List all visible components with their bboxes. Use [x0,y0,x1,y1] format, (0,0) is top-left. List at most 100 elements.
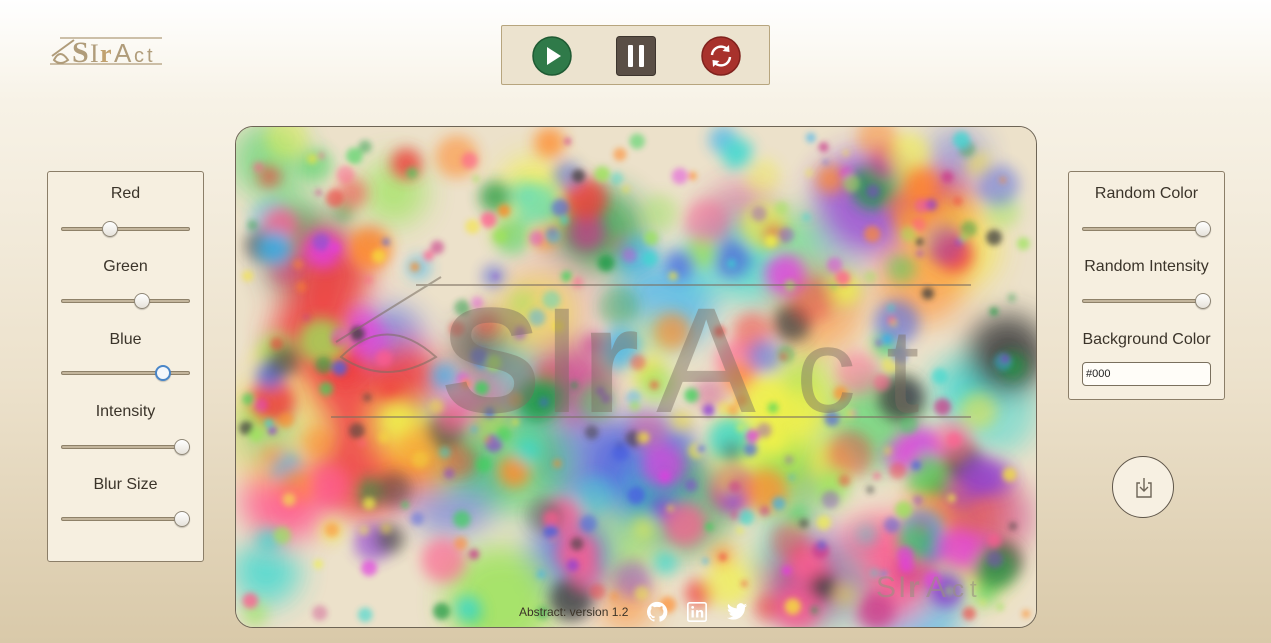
paint-blob [961,455,1002,497]
app-logo: S I r A c t [50,30,165,72]
svg-text:A: A [656,276,756,444]
blur-size-slider[interactable] [61,511,191,527]
slider-thumb[interactable] [1195,221,1212,237]
paint-blob [430,240,445,255]
paint-blob [999,177,1006,184]
random-color-slider[interactable] [1082,221,1212,237]
paint-blob [937,526,978,568]
paint-blob [726,259,737,269]
paint-blob [721,137,754,170]
paint-blob [684,479,698,492]
svg-text:I: I [898,571,906,604]
linkedin-link[interactable] [686,601,708,623]
paint-blob [258,231,293,266]
paint-blob [580,515,597,532]
paint-blob [543,511,559,527]
red-slider[interactable] [61,221,190,237]
paint-blob [705,522,714,532]
slider-thumb[interactable] [154,365,171,381]
paint-blob [553,459,562,468]
paint-blob [302,313,311,322]
paint-blob [934,398,952,416]
background-color-input[interactable] [1082,362,1211,386]
download-button[interactable] [1112,456,1174,518]
paint-blob [307,153,318,165]
svg-text:c: c [134,45,144,67]
slider-thumb[interactable] [174,439,191,455]
paint-blob [380,523,392,535]
paint-blob [410,512,424,526]
intensity-slider[interactable] [61,439,191,455]
paint-blob [468,549,480,560]
blue-label: Blue [109,331,142,348]
paint-blob [621,185,630,194]
paint-blob [688,171,697,181]
paint-blob [883,446,893,456]
paint-blob [751,206,767,222]
paint-blob [728,480,741,493]
github-icon [647,601,668,622]
paint-blob [455,595,481,622]
paint-blob [371,249,386,264]
paint-blob [242,393,255,405]
paint-blob [838,474,851,487]
paint-blob [570,537,584,551]
paint-blob [622,248,637,263]
paint-blob [959,232,969,242]
paint-blob [911,217,926,232]
paint-blob [895,501,913,519]
slider-thumb[interactable] [134,293,151,309]
twitter-link[interactable] [726,601,748,623]
paint-blob [641,194,679,231]
slider-thumb[interactable] [102,221,119,237]
slider-track [61,445,190,449]
reset-button[interactable] [701,36,741,76]
paint-blob [941,171,954,183]
paint-blob [872,471,882,481]
slider-track [1082,227,1211,231]
pause-button[interactable] [616,36,656,76]
version-text: Abstract: version 1.2 [519,605,629,619]
paint-blob [406,167,418,179]
paint-blob [929,477,950,498]
paint-blob [332,360,348,376]
paint-blob [363,393,372,402]
slider-thumb[interactable] [174,511,191,527]
paint-blob [866,184,880,199]
paint-blob [775,201,789,215]
random-intensity-slider[interactable] [1082,293,1212,309]
paint-blob [683,199,729,245]
svg-text:I: I [541,276,583,444]
paint-blob [410,262,420,272]
paint-blob [912,495,923,506]
slider-thumb[interactable] [1195,293,1212,309]
paint-blob [336,165,355,184]
paint-blob [741,580,748,587]
paint-blob [564,138,571,145]
paint-blob [627,486,645,505]
paint-blob [987,533,1002,548]
play-button[interactable] [532,36,572,76]
github-link[interactable] [646,601,668,623]
paint-blob [738,509,754,526]
art-canvas[interactable]: S I r A c t S I r A c t Abstract: versio… [235,126,1037,628]
paint-blob [719,553,727,561]
blue-slider[interactable] [61,365,190,381]
paint-blob [799,518,809,529]
slider-track [61,227,190,231]
paint-blob [780,353,787,361]
paint-blob [325,189,344,207]
paint-blob [571,169,586,183]
intensity-label: Intensity [95,403,156,420]
paint-blob [1021,609,1031,618]
slider-track [61,299,190,303]
svg-text:r: r [100,39,112,68]
paint-blob [843,174,861,193]
paint-blob [543,524,558,539]
paint-blob [864,270,878,284]
paint-blob [375,350,393,367]
paint-blob [671,168,688,185]
paint-blob [979,599,986,606]
green-slider[interactable] [61,293,190,309]
paint-blob [1000,354,1010,364]
